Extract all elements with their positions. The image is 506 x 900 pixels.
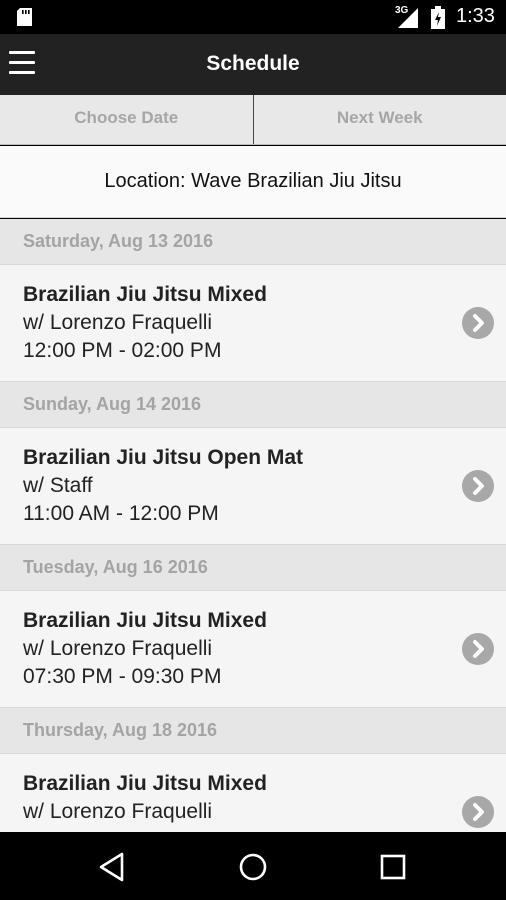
- class-time: 11:00 AM - 12:00 PM: [23, 502, 219, 525]
- chevron-right-icon[interactable]: [462, 633, 494, 665]
- navigation-bar: [0, 832, 506, 900]
- date-header: Thursday, Aug 18 2016: [0, 708, 506, 754]
- date-header: Tuesday, Aug 16 2016: [0, 545, 506, 591]
- signal-icon: [398, 8, 418, 28]
- class-row[interactable]: Brazilian Jiu Jitsu Open Mat w/ Staff 11…: [0, 428, 506, 545]
- status-bar: 3G 1:33: [0, 0, 506, 34]
- date-header: Sunday, Aug 14 2016: [0, 382, 506, 428]
- class-name: Brazilian Jiu Jitsu Mixed: [23, 772, 267, 795]
- class-instructor: w/ Lorenzo Fraquelli: [23, 311, 213, 334]
- location-label: Location: Wave Brazilian Jiu Jitsu: [0, 146, 506, 218]
- next-week-button[interactable]: Next Week: [252, 95, 506, 144]
- choose-date-button[interactable]: Choose Date: [0, 95, 253, 144]
- home-icon[interactable]: [236, 850, 270, 884]
- chevron-right-icon[interactable]: [462, 307, 494, 339]
- status-clock: 1:33: [456, 5, 495, 27]
- class-row[interactable]: Brazilian Jiu Jitsu Mixed w/ Lorenzo Fra…: [0, 754, 506, 832]
- class-row[interactable]: Brazilian Jiu Jitsu Mixed w/ Lorenzo Fra…: [0, 265, 506, 382]
- class-time: 07:30 PM - 09:30 PM: [23, 665, 222, 688]
- recents-icon[interactable]: [376, 850, 410, 884]
- class-name: Brazilian Jiu Jitsu Open Mat: [23, 446, 304, 469]
- class-instructor: w/ Lorenzo Fraquelli: [23, 637, 213, 660]
- back-icon[interactable]: [96, 850, 130, 884]
- chevron-right-icon[interactable]: [462, 796, 494, 828]
- class-row[interactable]: Brazilian Jiu Jitsu Mixed w/ Lorenzo Fra…: [0, 591, 506, 708]
- class-name: Brazilian Jiu Jitsu Mixed: [23, 283, 267, 306]
- chevron-right-icon[interactable]: [462, 470, 494, 502]
- class-instructor: w/ Lorenzo Fraquelli: [23, 800, 213, 823]
- date-header: Saturday, Aug 13 2016: [0, 219, 506, 265]
- class-instructor: w/ Staff: [23, 474, 93, 497]
- class-name: Brazilian Jiu Jitsu Mixed: [23, 609, 267, 632]
- date-tabs: Choose Date Next Week: [0, 95, 506, 145]
- app-bar: Schedule: [0, 34, 506, 95]
- schedule-list[interactable]: Saturday, Aug 13 2016 Brazilian Jiu Jits…: [0, 219, 506, 832]
- page-title: Schedule: [206, 52, 300, 75]
- battery-icon: [431, 6, 445, 29]
- sd-card-icon: [17, 8, 32, 26]
- class-time: 12:00 PM - 02:00 PM: [23, 339, 222, 362]
